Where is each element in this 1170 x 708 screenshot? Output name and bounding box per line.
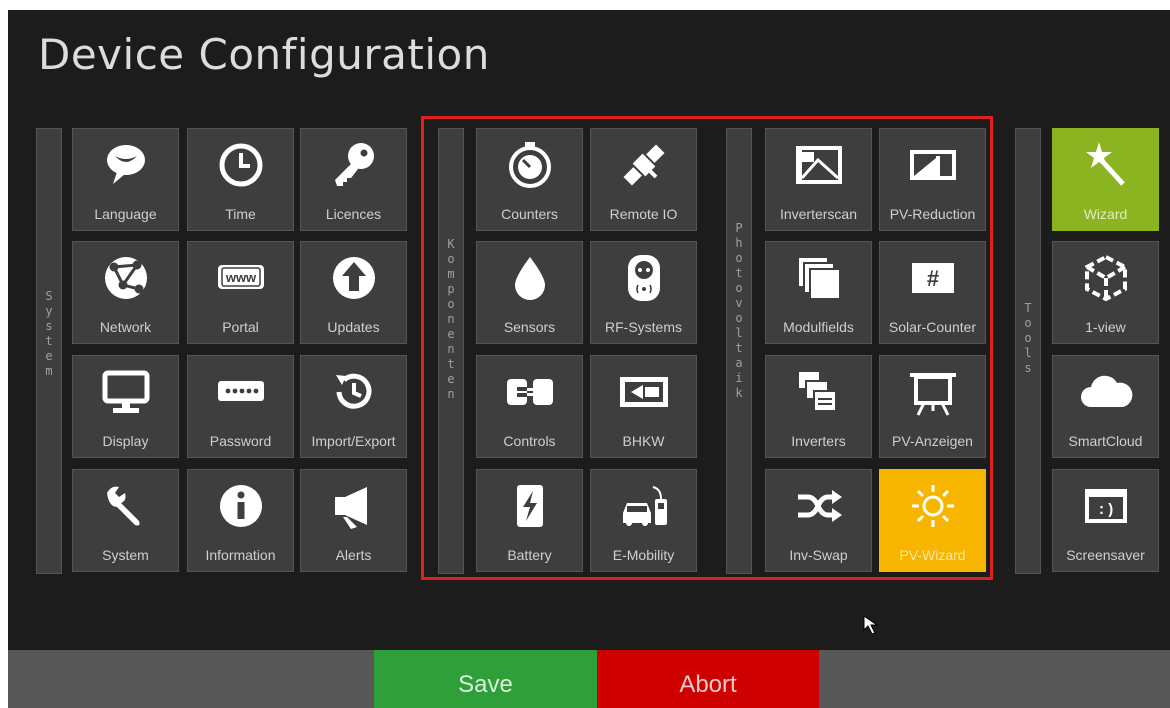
- key-icon: [301, 137, 406, 193]
- highlight-frame: [421, 116, 993, 580]
- tile-label: Wizard: [1083, 206, 1128, 222]
- group-label-letter: o: [1024, 316, 1032, 330]
- tile-label: Password: [209, 433, 272, 449]
- tile-display[interactable]: Display: [72, 355, 179, 458]
- tile-time[interactable]: Time: [187, 128, 294, 231]
- tile-system[interactable]: System: [72, 469, 179, 572]
- screensaver-window-icon: :): [1053, 478, 1158, 534]
- group-label-letter: o: [1024, 331, 1032, 345]
- tile-password[interactable]: Password: [187, 355, 294, 458]
- tile-label: Screensaver: [1066, 547, 1145, 563]
- tile-label: Import/Export: [311, 433, 396, 449]
- tile-label: Time: [225, 206, 256, 222]
- network-globe-icon: [73, 250, 178, 306]
- monitor-icon: [73, 364, 178, 420]
- tile-label: Network: [99, 319, 152, 335]
- save-button[interactable]: Save: [374, 650, 597, 708]
- upload-arrow-icon: [301, 250, 406, 306]
- history-icon: [301, 364, 406, 420]
- screen: Device Configuration System Komponenten …: [0, 0, 1170, 708]
- tile-screensaver[interactable]: :) Screensaver: [1052, 469, 1159, 572]
- group-label-letter: T: [1024, 301, 1032, 315]
- tile-label: 1-view: [1085, 319, 1126, 335]
- cloud-icon: [1053, 364, 1158, 420]
- tile-updates[interactable]: Updates: [300, 241, 407, 344]
- wrench-icon: [73, 478, 178, 534]
- tile-label: Information: [205, 547, 276, 563]
- tile-information[interactable]: Information: [187, 469, 294, 572]
- group-label-letter: e: [45, 349, 53, 363]
- group-label-tools: Tools: [1015, 128, 1041, 574]
- tile-label: SmartCloud: [1068, 433, 1143, 449]
- tile-label: Alerts: [335, 547, 372, 563]
- tile-label: System: [102, 547, 149, 563]
- group-label-letter: s: [45, 319, 53, 333]
- group-label-system: System: [36, 128, 62, 574]
- abort-button[interactable]: Abort: [597, 650, 819, 708]
- tile-alerts[interactable]: Alerts: [300, 469, 407, 572]
- group-label-letter: s: [1024, 361, 1032, 375]
- group-label-system-text: System: [37, 289, 61, 379]
- clock-icon: [188, 137, 293, 193]
- megaphone-icon: [301, 478, 406, 534]
- password-field-icon: [188, 364, 293, 420]
- group-label-letter: S: [45, 289, 53, 303]
- tile-licences[interactable]: Licences: [300, 128, 407, 231]
- tile-label: Licences: [325, 206, 382, 222]
- magic-wand-icon: [1053, 137, 1158, 193]
- info-icon: [188, 478, 293, 534]
- tile-import-export[interactable]: Import/Export: [300, 355, 407, 458]
- tile-network[interactable]: Network: [72, 241, 179, 344]
- tile-wizard[interactable]: Wizard: [1052, 128, 1159, 231]
- group-label-letter: m: [45, 364, 53, 378]
- www-icon: www: [188, 250, 293, 306]
- tile-language[interactable]: Language: [72, 128, 179, 231]
- page-title: Device Configuration: [38, 30, 490, 79]
- tile-label: Updates: [327, 319, 380, 335]
- cube-icon: [1053, 250, 1158, 306]
- speech-bubble-icon: [73, 137, 178, 193]
- tile-label: Portal: [222, 319, 259, 335]
- smiley-icon-text: :): [1096, 502, 1114, 519]
- group-label-letter: t: [45, 334, 53, 348]
- tile-label: Display: [102, 433, 149, 449]
- tile-portal[interactable]: www Portal: [187, 241, 294, 344]
- tile-smartcloud[interactable]: SmartCloud: [1052, 355, 1159, 458]
- group-label-letter: l: [1024, 346, 1032, 360]
- tile-label: Language: [94, 206, 157, 222]
- www-icon-text: www: [224, 270, 256, 285]
- group-label-tools-text: Tools: [1016, 301, 1040, 376]
- group-label-letter: y: [45, 304, 53, 318]
- mouse-cursor-icon: [863, 615, 879, 635]
- tile-1-view[interactable]: 1-view: [1052, 241, 1159, 344]
